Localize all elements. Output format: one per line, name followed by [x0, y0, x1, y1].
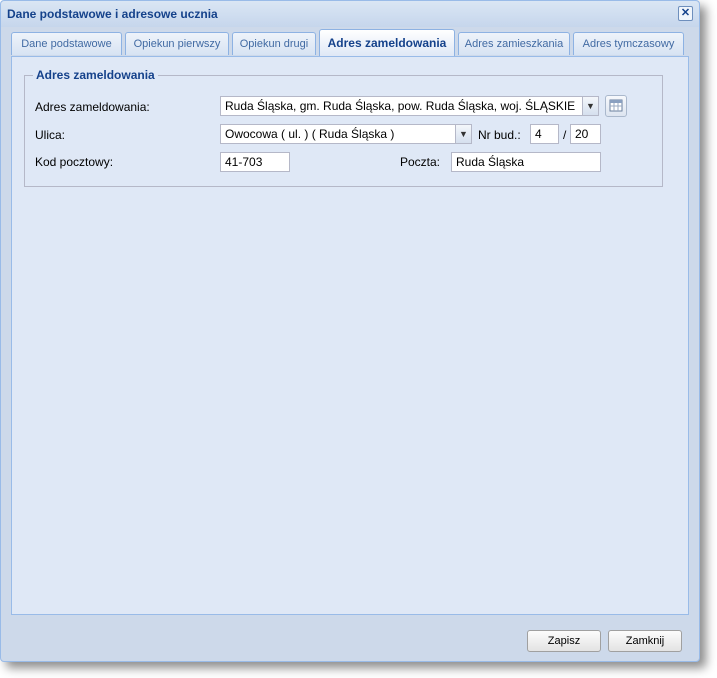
post-office-label: Poczta:: [400, 155, 441, 169]
tab-adres-tymczasowy[interactable]: Adres tymczasowy: [573, 32, 684, 55]
tab-panel: Adres zameldowania Adres zameldowania: R…: [11, 56, 689, 615]
address-label: Adres zameldowania:: [35, 100, 150, 114]
close-icon[interactable]: ✕: [678, 6, 693, 21]
tab-adres-zameldowania[interactable]: Adres zameldowania: [319, 29, 455, 56]
save-button[interactable]: Zapisz: [527, 630, 601, 652]
postcode-input[interactable]: 41-703: [220, 152, 290, 172]
chevron-down-icon[interactable]: ▼: [582, 96, 599, 116]
street-combo-input[interactable]: Owocowa ( ul. ) ( Ruda Śląska ): [220, 124, 456, 144]
building-number-input[interactable]: 4: [530, 124, 559, 144]
calendar-grid-icon: [609, 99, 623, 112]
address-combo-input[interactable]: Ruda Śląska, gm. Ruda Śląska, pow. Ruda …: [220, 96, 583, 116]
chevron-down-icon[interactable]: ▼: [455, 124, 472, 144]
address-picker-button[interactable]: [605, 95, 627, 117]
dialog-window: Dane podstawowe i adresowe ucznia ✕ Dane…: [0, 0, 700, 662]
close-button[interactable]: Zamknij: [608, 630, 682, 652]
postcode-label: Kod pocztowy:: [35, 155, 114, 169]
tab-bar: Dane podstawowe Opiekun pierwszy Opiekun…: [11, 29, 689, 56]
number-separator: /: [563, 128, 567, 142]
apartment-number-input[interactable]: 20: [570, 124, 601, 144]
fieldset-legend: Adres zameldowania: [33, 68, 158, 82]
tab-opiekun-pierwszy[interactable]: Opiekun pierwszy: [125, 32, 229, 55]
street-label: Ulica:: [35, 128, 66, 142]
post-office-input[interactable]: Ruda Śląska: [451, 152, 601, 172]
dialog-title: Dane podstawowe i adresowe ucznia: [7, 7, 218, 21]
address-fieldset: Adres zameldowania Adres zameldowania: R…: [24, 68, 663, 187]
tab-dane-podstawowe[interactable]: Dane podstawowe: [11, 32, 122, 55]
tab-adres-zamieszkania[interactable]: Adres zamieszkania: [458, 32, 570, 55]
dialog-titlebar[interactable]: Dane podstawowe i adresowe ucznia ✕: [1, 1, 699, 27]
building-number-label: Nr bud.:: [478, 128, 521, 142]
tab-opiekun-drugi[interactable]: Opiekun drugi: [232, 32, 316, 55]
